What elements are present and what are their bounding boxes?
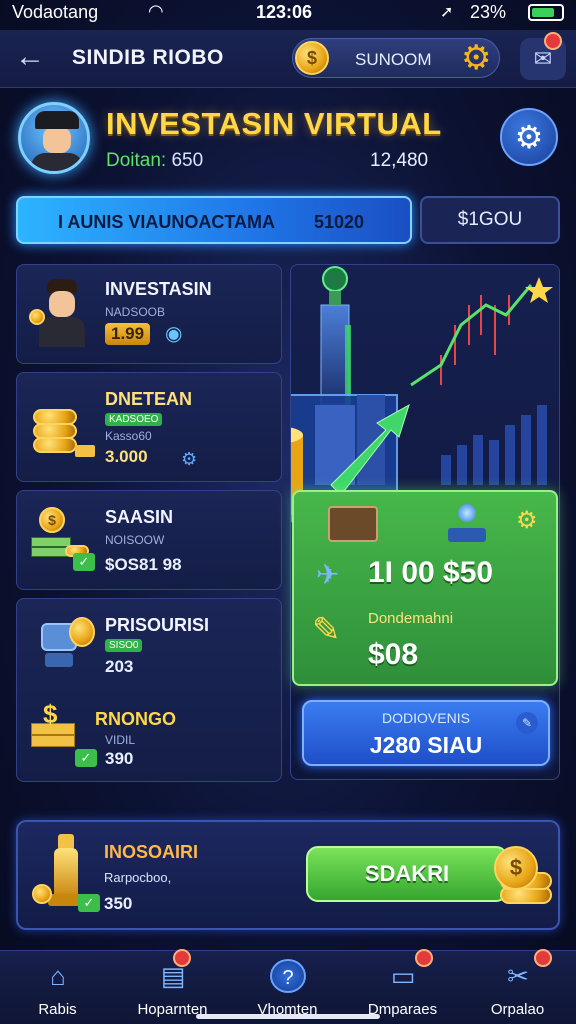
card-title: DNETEAN	[105, 389, 193, 409]
dollar-bills-icon: $	[31, 699, 81, 753]
location-icon: ➚	[440, 4, 454, 21]
gold-gear-icon: ⚙	[516, 507, 538, 534]
card-tag: KADSOEO	[105, 413, 163, 426]
settings-small-icon: ⚙	[181, 449, 198, 469]
investment-card-4[interactable]: PRISOURISI SISO0 203 $ RNONGO VIDIL ✓ 39…	[16, 598, 282, 782]
back-button[interactable]: ←	[10, 38, 50, 78]
card-subtitle: NOISOOW	[105, 533, 165, 547]
check-icon: ✓	[75, 749, 97, 767]
globe-icon: ◉	[165, 323, 183, 345]
start-button[interactable]: SDAKRI	[306, 846, 508, 902]
card-subtitle: Kasso60	[105, 429, 152, 443]
coin-stack-icon: $	[492, 846, 556, 912]
balance-value: 51020	[314, 212, 365, 232]
balance-side-button[interactable]: $1GOU	[420, 196, 560, 244]
pencil-icon: ✎	[312, 611, 341, 649]
notification-badge	[173, 949, 191, 967]
card-title: SAASIN	[105, 507, 174, 527]
profile-sub-value: 650	[171, 150, 204, 171]
carrier-name: Vodaotang	[12, 2, 99, 22]
chat-icon: ✉	[533, 46, 553, 71]
tab-label: Rabis	[38, 1001, 77, 1018]
bottom-tab-bar: ⌂ Rabis ▤ Hoparnten ? Vhomten ▭ Dmparaes…	[0, 949, 576, 1024]
investor-icon	[29, 277, 93, 349]
profile-title: INVESTASIN VIRTUAL	[106, 106, 442, 141]
star-icon	[525, 277, 553, 303]
check-icon: ✓	[78, 894, 100, 912]
profile-sub-label: Doitan:	[106, 150, 167, 171]
gold-gear-icon: ⚙	[461, 39, 492, 77]
edit-icon: ✎	[516, 712, 538, 734]
battery-percent: 23%	[470, 2, 507, 22]
investment-card-1[interactable]: INVESTASIN NADSOOB 1.99 ◉	[16, 264, 282, 364]
notification-badge	[415, 949, 433, 967]
candlesticks	[440, 295, 510, 385]
gear-icon: ⚙	[514, 119, 544, 155]
settings-button[interactable]: ⚙	[500, 108, 558, 166]
profile-right-value: 12,480	[370, 150, 429, 171]
deposit-button-label: DODIOVENIS	[382, 710, 470, 726]
panel-title: INOSOAIRI	[104, 842, 199, 862]
tools-icon: ✈	[316, 559, 340, 590]
balance-label: I AUNIS VIAUNOACTAMA	[58, 212, 275, 232]
tab-label: Orpalao	[490, 1001, 545, 1018]
bar-chart-bg	[441, 405, 547, 485]
trend-line	[410, 284, 533, 387]
investment-card-2[interactable]: DNETEAN KADSOEO Kasso60 3.000 ⚙	[16, 372, 282, 482]
reward-amount: 1I 00 $50	[368, 556, 494, 589]
card-value: 390	[105, 749, 134, 768]
clock: 123:06	[256, 2, 313, 22]
top-header: ← SINDIB RIOBO $ SUNOOM ⚙ ✉	[0, 30, 576, 88]
tools-icon: ✂	[507, 961, 529, 991]
currency-pill[interactable]: $ SUNOOM ⚙	[292, 38, 500, 78]
reward-value: $08	[368, 638, 419, 671]
reward-label: Dondemahni	[368, 610, 454, 627]
currency-label: SUNOOM	[355, 50, 432, 69]
arrow-left-icon: ←	[15, 40, 45, 73]
home-indicator	[196, 1014, 380, 1019]
deposit-button[interactable]: DODIOVENIS J280 SIAU ✎	[302, 700, 550, 766]
balance-bar[interactable]: I AUNIS VIAUNOACTAMA 51020	[16, 196, 412, 244]
cards-icon: ▭	[390, 961, 416, 991]
coin-icon: $	[295, 41, 329, 75]
card-value: 203	[105, 657, 134, 676]
investment-card-3[interactable]: $ SAASIN NOISOOW ✓ $OS81 98	[16, 490, 282, 590]
reward-card[interactable]: ⚙ ✈ 1I 00 $50 ✎ Dondemahni $08	[292, 490, 558, 686]
card-value: 1.99	[105, 323, 151, 345]
card-subtitle: NADSOOB	[105, 305, 166, 319]
panel-subtitle: Rarpocboo,	[104, 870, 172, 885]
status-bar: Vodaotang ◠ 123:06 ➚ 23%	[0, 0, 576, 26]
avatar[interactable]	[18, 102, 90, 174]
robot-icon	[33, 613, 99, 679]
notification-badge	[544, 32, 562, 50]
panel-value: 350	[104, 894, 133, 913]
check-icon: ✓	[73, 553, 95, 571]
home-icon: ⌂	[50, 961, 66, 991]
coin-stack-icon	[31, 395, 95, 465]
profile-subtitle: Doitan: 650	[106, 150, 203, 172]
notification-badge	[534, 949, 552, 967]
deposit-button-value: J280 SIAU	[369, 732, 483, 758]
briefcase-icon	[328, 506, 378, 542]
card-title: PRISOURISI	[105, 615, 210, 635]
card-subtitle: VIDIL	[105, 733, 136, 747]
wifi-icon: ◠	[148, 1, 164, 21]
header-title: SINDIB RIOBO	[72, 46, 224, 69]
tab-options[interactable]: ✂ Orpalao	[460, 949, 575, 1024]
chat-button[interactable]: ✉	[520, 32, 566, 80]
card-value: $OS81 98	[105, 555, 182, 574]
lamp-icon	[448, 504, 486, 544]
card-value: 3.000	[105, 447, 148, 466]
tab-home[interactable]: ⌂ Rabis	[0, 951, 115, 1024]
card-title: RNONGO	[95, 709, 176, 729]
card-tag: SISO0	[105, 639, 143, 652]
battery-icon	[528, 4, 564, 21]
help-icon: ?	[270, 959, 306, 993]
card-title: INVESTASIN	[105, 279, 212, 299]
